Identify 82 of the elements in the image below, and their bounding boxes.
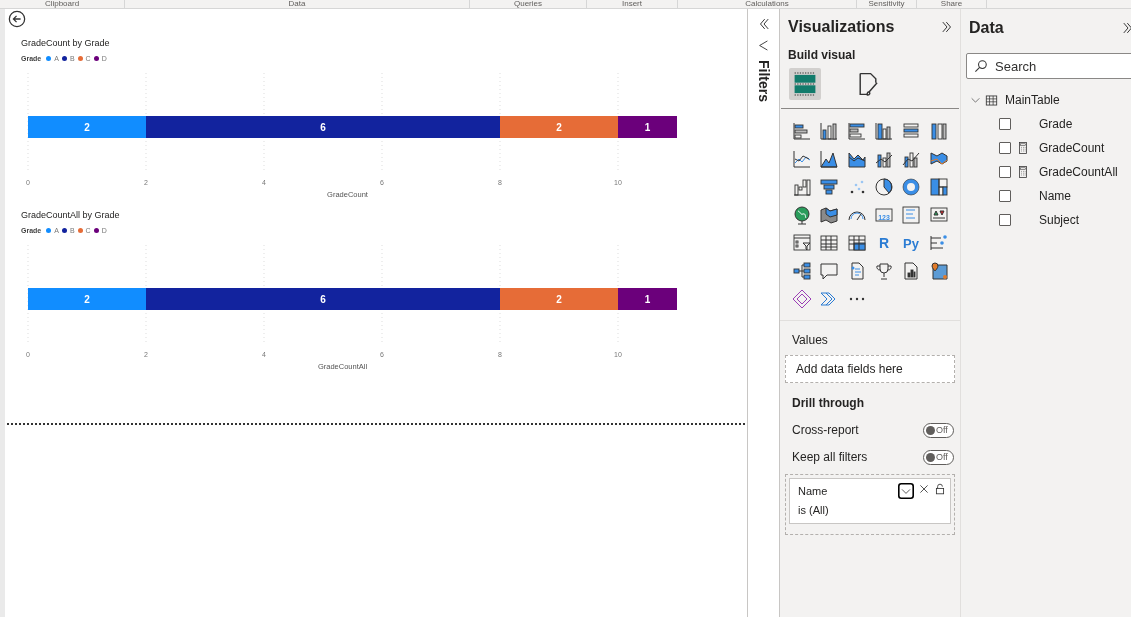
waterfall-chart-icon[interactable]	[792, 177, 812, 197]
filter-condition: is (All)	[798, 503, 829, 518]
field-item[interactable]: GradeCountAll	[1039, 163, 1118, 181]
section-label: Drill through	[791, 395, 865, 412]
key-influencers-icon[interactable]	[928, 233, 949, 253]
column-chart-icon[interactable]	[928, 121, 949, 141]
pane-title: Visualizations	[788, 17, 895, 37]
clustered-column-chart-icon[interactable]	[874, 121, 894, 141]
filter-card[interactable]: Name is (All)	[789, 478, 951, 524]
search-icon	[974, 59, 988, 73]
field-item[interactable]: Grade	[1039, 115, 1073, 133]
stacked-bar-chart-icon[interactable]	[792, 121, 812, 141]
chevron-down-icon[interactable]	[898, 483, 914, 499]
trophy-icon[interactable]	[874, 261, 894, 281]
ribbon-group-label: Insert	[622, 0, 642, 8]
diamond-icon[interactable]	[792, 289, 812, 309]
pie-chart-icon[interactable]	[874, 177, 894, 197]
funnel-icon[interactable]	[819, 177, 840, 197]
treemap-icon[interactable]	[928, 177, 949, 197]
field-item[interactable]: Subject	[1039, 211, 1080, 229]
table-icon[interactable]	[819, 233, 840, 253]
field-item[interactable]: GradeCount	[1039, 139, 1105, 157]
data-label: 1	[644, 293, 651, 305]
back-icon[interactable]	[8, 10, 26, 28]
toggle-label: Keep all filters	[792, 449, 868, 466]
speech-bubble-icon[interactable]	[819, 261, 840, 281]
data-label: 1	[644, 121, 651, 133]
kpi-icon[interactable]	[928, 205, 949, 225]
add-fields-drop-zone[interactable]: Add data fields here	[785, 355, 955, 383]
globe-icon[interactable]	[792, 205, 812, 225]
data-label: 2	[556, 121, 562, 133]
section-label: Build visual	[787, 47, 857, 64]
clustered-bar-chart-icon[interactable]	[846, 121, 867, 141]
bar-chart-icon[interactable]	[901, 121, 922, 141]
donut-chart-icon[interactable]	[901, 177, 922, 197]
lock-icon[interactable]	[934, 483, 946, 495]
chart-title: GradeCount by Grade	[21, 38, 111, 49]
chart-title: GradeCountAll by Grade	[21, 210, 121, 221]
checkbox[interactable]	[999, 166, 1011, 178]
data-label: 2	[84, 121, 90, 133]
field-item[interactable]: Name	[1039, 187, 1071, 205]
filters-pane-title[interactable]: Filters	[755, 60, 772, 102]
tree-item[interactable]: MainTable	[1005, 91, 1060, 109]
stacked-column-chart-icon[interactable]	[819, 121, 840, 141]
map-icon[interactable]	[819, 205, 840, 225]
line-column-chart-icon[interactable]	[874, 149, 894, 169]
calculator-icon	[1017, 141, 1029, 155]
line-chart-icon[interactable]	[792, 149, 812, 169]
ribbon-group-label: Share	[940, 0, 963, 8]
checkbox[interactable]	[999, 190, 1011, 202]
search-field[interactable]: Search	[966, 53, 1131, 79]
expand-icon[interactable]	[940, 20, 954, 34]
ribbon-group-label: Data	[288, 0, 306, 8]
section-label: Values	[791, 332, 829, 349]
ribbon-group-label: Clipboard	[44, 0, 80, 8]
line-column-chart-icon[interactable]	[901, 149, 922, 169]
toggle-switch[interactable]: Off	[923, 422, 954, 438]
matrix-icon[interactable]	[846, 233, 867, 253]
filter-field-name: Name	[798, 484, 829, 499]
data-label: 6	[320, 121, 326, 133]
ribbon-group-label: Calculations	[745, 0, 789, 8]
decomposition-tree-icon[interactable]	[792, 261, 812, 281]
calculator-icon	[1017, 165, 1029, 179]
slicer-icon[interactable]	[792, 233, 812, 253]
ribbon-group-label: Queries	[514, 0, 542, 8]
table-icon	[985, 93, 998, 107]
build-visual-tab[interactable]	[789, 68, 821, 100]
toggle-label: Cross-report	[792, 422, 859, 439]
ribbon-group-label: Sensitivity	[868, 0, 905, 8]
data-label: 2	[84, 293, 90, 305]
map-pin-icon[interactable]	[928, 261, 949, 281]
data-label: 6	[320, 293, 326, 305]
data-label: 2	[556, 293, 562, 305]
checkbox[interactable]	[999, 142, 1011, 154]
checkbox[interactable]	[999, 118, 1011, 130]
toggle-switch[interactable]: Off	[923, 449, 954, 465]
fields-icon	[792, 71, 818, 97]
close-icon[interactable]	[918, 483, 930, 495]
expand-icon[interactable]	[1121, 21, 1131, 35]
pane-title: Data	[969, 18, 1004, 38]
checkbox[interactable]	[999, 214, 1011, 226]
area-chart-icon[interactable]	[819, 149, 840, 169]
